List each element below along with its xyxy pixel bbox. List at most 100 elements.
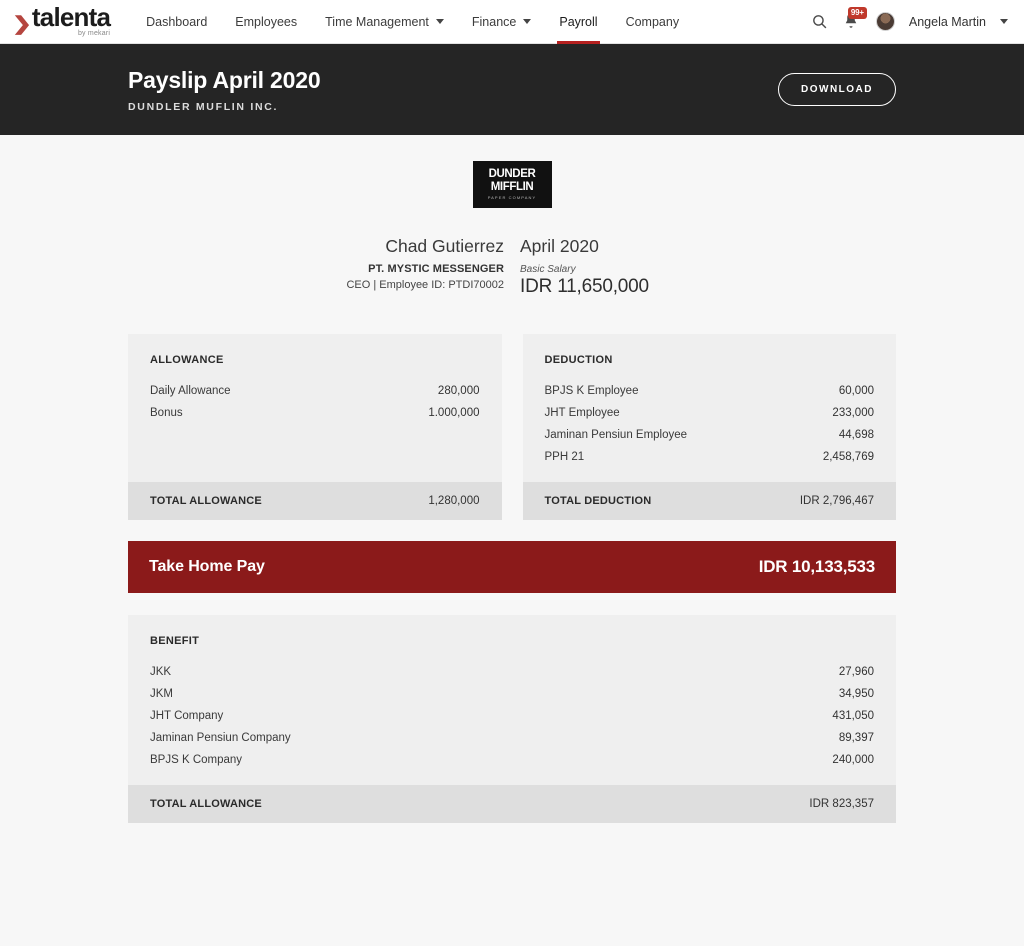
brand-name: talenta [31, 1, 111, 32]
nav-item-finance[interactable]: Finance [458, 0, 545, 44]
talenta-logo[interactable]: ❯ talenta by mekari [12, 1, 111, 38]
nav-item-label: Time Management [325, 14, 429, 29]
benefit-body: BENEFIT JKK 27,960 JKM 34,950 JHT Company 431… [128, 615, 896, 785]
chevron-right-icon: ❯ [12, 14, 32, 36]
line-item-amount: 34,950 [838, 687, 874, 700]
benefit-row: BENEFIT JKK 27,960 JKM 34,950 JHT Company 431… [0, 614, 1024, 823]
benefit-card: BENEFIT JKK 27,960 JKM 34,950 JHT Company 431… [128, 614, 896, 823]
avatar[interactable] [875, 12, 895, 31]
nav-item-time-management[interactable]: Time Management [311, 0, 458, 44]
basic-salary-label: Basic Salary [520, 263, 576, 275]
payslip-period: April 2020 [520, 236, 599, 256]
logo-line-3: PAPER COMPANY [487, 195, 537, 200]
deduction-title: DEDUCTION [544, 353, 613, 366]
page-title: Payslip April 2020 [128, 67, 321, 94]
page-subtitle: DUNDLER MUFLIN INC. [128, 100, 279, 113]
top-navbar: ❯ talenta by mekari Dashboard Employees Ti… [0, 0, 1024, 44]
navbar-right-actions: 99+ Angela Martin [811, 6, 1008, 32]
line-item-label: PPH 21 [544, 450, 585, 463]
employee-role-id: CEO | Employee ID: PTDI70002 [346, 278, 504, 291]
nav-item-label: Company [625, 14, 680, 29]
allowance-body: ALLOWANCE Daily Allowance 280,000 Bonus 1.0… [128, 334, 502, 438]
deduction-total-amount: IDR 2,796,467 [799, 494, 874, 507]
payslip-content: DUNDER MIFFLIN PAPER COMPANY Chad Gutier… [0, 135, 1024, 823]
line-item: Daily Allowance 280,000 [150, 380, 480, 402]
allowance-total-label: TOTAL ALLOWANCE [150, 494, 262, 507]
line-item: Jaminan Pensiun Employee 44,698 [545, 424, 875, 446]
page-header-text: Payslip April 2020 DUNDLER MUFLIN INC. [128, 66, 321, 113]
allowance-items: Daily Allowance 280,000 Bonus 1.000,000 [150, 380, 480, 424]
line-item: Jaminan Pensiun Company 89,397 [150, 727, 874, 749]
download-button[interactable]: DOWNLOAD [778, 73, 896, 106]
line-item: JHT Company 431,050 [150, 705, 874, 727]
nav-item-dashboard[interactable]: Dashboard [132, 0, 221, 44]
line-item: JHT Employee 233,000 [545, 402, 875, 424]
chevron-down-icon [523, 19, 532, 24]
line-item: BPJS K Employee 60,000 [545, 380, 875, 402]
employee-details: Chad Gutierrez PT. MYSTIC MESSENGER CEO … [324, 236, 504, 298]
logo-line-1: DUNDER [488, 168, 536, 180]
nav-item-company[interactable]: Company [612, 0, 694, 44]
line-item: JKM 34,950 [150, 683, 874, 705]
nav-item-label: Dashboard [146, 14, 208, 29]
deduction-items: BPJS K Employee 60,000 JHT Employee 233,000… [545, 380, 875, 468]
salary-details: April 2020 Basic Salary IDR 11,650,000 [520, 236, 700, 298]
company-logo-row: DUNDER MIFFLIN PAPER COMPANY [0, 161, 1024, 208]
line-item-amount: 2,458,769 [822, 450, 874, 463]
nav-item-label: Finance [471, 14, 517, 29]
deduction-total-row: TOTAL DEDUCTION IDR 2,796,467 [522, 481, 896, 520]
benefit-total-amount: IDR 823,357 [809, 797, 874, 810]
nav-item-label: Employees [235, 14, 298, 29]
benefit-title: BENEFIT [150, 634, 200, 647]
search-icon[interactable] [811, 13, 828, 30]
chevron-down-icon [435, 19, 444, 24]
line-item-label: JKM [150, 687, 173, 700]
benefit-total-row: TOTAL ALLOWANCE IDR 823,357 [128, 784, 896, 823]
basic-salary-value: IDR 11,650,000 [520, 275, 649, 297]
line-item-amount: 240,000 [832, 753, 874, 766]
logo-line-2: MIFFLIN [490, 180, 534, 193]
nav-item-employees[interactable]: Employees [221, 0, 311, 44]
line-item-amount: 280,000 [437, 384, 480, 397]
take-home-pay-label: Take Home Pay [149, 557, 265, 575]
line-item-label: Bonus [150, 406, 183, 419]
benefit-items: JKK 27,960 JKM 34,950 JHT Company 431,050 Jami… [150, 661, 874, 771]
deduction-body: DEDUCTION BPJS K Employee 60,000 JHT Emplo… [523, 334, 897, 482]
line-item-label: JKK [150, 665, 172, 678]
employee-company: PT. MYSTIC MESSENGER [368, 262, 504, 275]
notifications-button[interactable]: 99+ [842, 6, 867, 32]
line-item-label: Daily Allowance [150, 384, 231, 397]
nav-item-label: Payroll [559, 14, 598, 29]
allowance-title: ALLOWANCE [150, 353, 224, 366]
employee-info-row: Chad Gutierrez PT. MYSTIC MESSENGER CEO … [0, 236, 1024, 298]
main-nav: Dashboard Employees Time Management Finance… [132, 0, 693, 44]
nav-item-payroll[interactable]: Payroll [545, 0, 611, 44]
deduction-card: DEDUCTION BPJS K Employee 60,000 JHT Emplo… [522, 333, 897, 520]
line-item-label: JHT Employee [544, 406, 620, 419]
line-item-label: Jaminan Pensiun Company [150, 731, 291, 744]
user-menu-label[interactable]: Angela Martin [909, 15, 986, 29]
dunder-mifflin-logo: DUNDER MIFFLIN PAPER COMPANY [472, 161, 552, 208]
chevron-down-icon[interactable] [1000, 19, 1008, 24]
allowance-card: ALLOWANCE Daily Allowance 280,000 Bonus 1.0… [128, 333, 502, 520]
line-item-amount: 431,050 [832, 709, 874, 722]
take-home-pay-bar: Take Home Pay IDR 10,133,533 [128, 540, 896, 593]
brand-tagline: by mekari [77, 30, 111, 38]
line-item-amount: 44,698 [838, 428, 874, 441]
benefit-total-label: TOTAL ALLOWANCE [150, 797, 262, 810]
line-item: JKK 27,960 [150, 661, 874, 683]
line-item-amount: 233,000 [832, 406, 874, 419]
line-item-label: BPJS K Employee [544, 384, 639, 397]
line-item-amount: 60,000 [838, 384, 874, 397]
allowance-total-amount: 1,280,000 [428, 494, 480, 507]
line-item: BPJS K Company 240,000 [150, 749, 874, 771]
notification-badge: 99+ [847, 6, 867, 19]
line-item-amount: 1.000,000 [428, 406, 480, 419]
line-item-label: Jaminan Pensiun Employee [544, 428, 688, 441]
employee-name: Chad Gutierrez [385, 236, 504, 256]
deduction-total-label: TOTAL DEDUCTION [544, 494, 652, 507]
line-item-label: BPJS K Company [150, 753, 243, 766]
line-item: Bonus 1.000,000 [150, 402, 480, 424]
allowance-total-row: TOTAL ALLOWANCE 1,280,000 [128, 481, 502, 520]
take-home-pay-amount: IDR 10,133,533 [758, 556, 875, 576]
